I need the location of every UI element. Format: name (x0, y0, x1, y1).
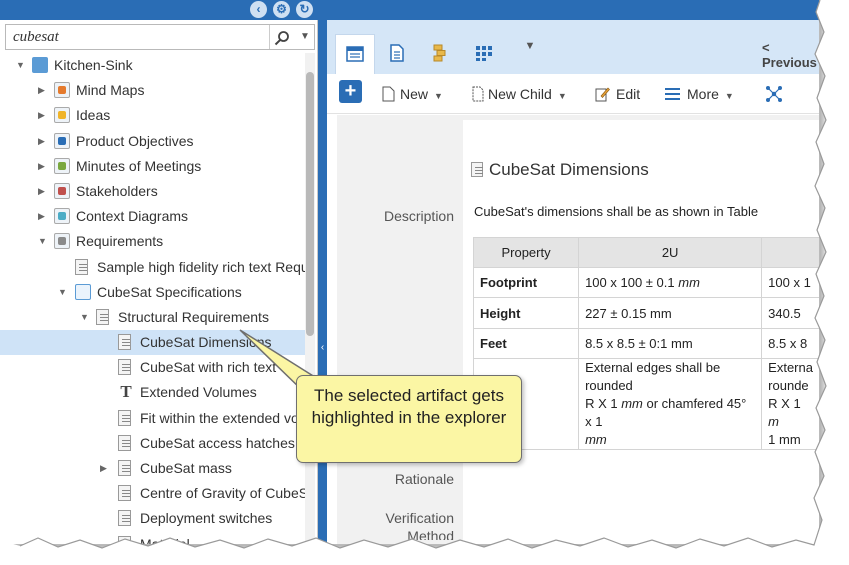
callout-pointer-join (298, 379, 318, 392)
